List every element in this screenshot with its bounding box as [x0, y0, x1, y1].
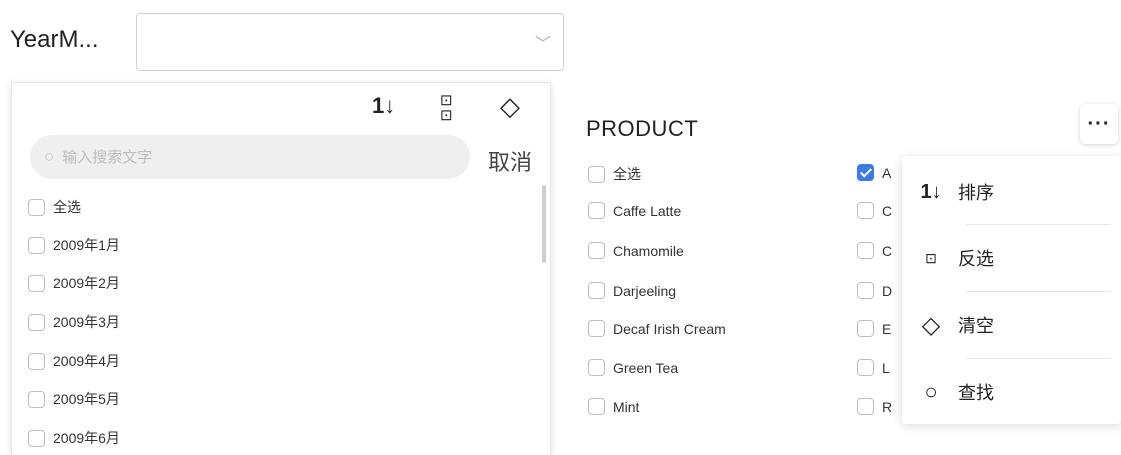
menu-item-label: 排序: [958, 183, 994, 203]
option-label: A: [882, 164, 892, 181]
checkbox[interactable]: [588, 398, 605, 415]
list-item[interactable]: C: [857, 202, 892, 219]
option-label: 全选: [53, 199, 81, 215]
yearmonth-dropdown-panel: 1↓ ⊡⊡ ◇ ○ 取消 全选 2009年1月 2009年2月 2009年3月 …: [11, 82, 551, 455]
list-item[interactable]: 全选: [28, 197, 81, 217]
option-label: E: [882, 320, 892, 337]
product-context-menu: 1↓ 排序 ⊡ 反选 ◇ 清空 ○ 查找: [902, 156, 1121, 424]
option-label: C: [882, 202, 893, 219]
list-item[interactable]: D: [857, 282, 892, 299]
checkbox[interactable]: [857, 398, 874, 415]
option-label: 2009年3月: [53, 314, 120, 330]
list-item[interactable]: Green Tea: [588, 359, 678, 376]
search-icon: ○: [44, 147, 55, 166]
menu-item-find[interactable]: ○ 查找: [902, 362, 1121, 422]
checkbox[interactable]: [28, 390, 45, 408]
checkbox[interactable]: [28, 236, 45, 254]
checkbox-checked[interactable]: [857, 164, 874, 181]
list-item[interactable]: C: [857, 242, 892, 259]
scrollbar[interactable]: [542, 185, 546, 263]
list-item[interactable]: 2009年1月: [28, 235, 120, 255]
list-item[interactable]: A: [857, 164, 891, 181]
divider: [966, 224, 1111, 225]
option-label: 2009年1月: [53, 237, 120, 253]
checkbox[interactable]: [28, 352, 45, 370]
list-item[interactable]: 2009年2月: [28, 273, 120, 293]
checkbox[interactable]: [28, 274, 45, 292]
invert-select-icon[interactable]: ⊡ ⊡: [440, 93, 453, 123]
checkbox[interactable]: [857, 242, 874, 259]
list-item[interactable]: Chamomile: [588, 242, 684, 259]
list-item[interactable]: 全选: [588, 164, 641, 184]
list-item[interactable]: Decaf Irish Cream: [588, 320, 726, 337]
list-item[interactable]: Darjeeling: [588, 282, 676, 299]
checkbox[interactable]: [588, 202, 605, 219]
option-label: C: [882, 242, 893, 259]
list-item[interactable]: 2009年3月: [28, 312, 120, 332]
search-input[interactable]: [60, 147, 445, 167]
option-label: Decaf Irish Cream: [613, 320, 726, 337]
menu-item-invert[interactable]: ⊡ 反选: [902, 228, 1121, 288]
more-options-button[interactable]: ···: [1080, 104, 1118, 144]
list-item[interactable]: 2009年5月: [28, 389, 120, 409]
checkbox[interactable]: [857, 359, 874, 376]
checkbox[interactable]: [857, 282, 874, 299]
option-label: Chamomile: [613, 242, 684, 259]
option-label: 全选: [613, 166, 641, 182]
menu-item-label: 清空: [958, 316, 994, 336]
option-label: 2009年4月: [53, 353, 120, 369]
menu-item-clear[interactable]: ◇ 清空: [902, 295, 1121, 355]
list-item[interactable]: Caffe Latte: [588, 202, 681, 219]
chevron-down-icon: ﹀: [534, 36, 551, 53]
checkbox[interactable]: [28, 198, 45, 216]
checkbox[interactable]: [588, 242, 605, 259]
checkbox[interactable]: [588, 165, 605, 183]
option-label: L: [882, 359, 890, 376]
sort-icon: 1↓: [920, 180, 942, 203]
yearmonth-select[interactable]: ﹀: [136, 13, 564, 71]
option-label: Mint: [613, 398, 640, 415]
option-label: D: [882, 282, 893, 299]
eraser-icon[interactable]: ◇: [500, 93, 520, 119]
option-label: 2009年5月: [53, 391, 120, 407]
checkbox[interactable]: [588, 282, 605, 299]
option-label: Caffe Latte: [613, 202, 682, 219]
option-label: 2009年2月: [53, 275, 120, 291]
sort-icon[interactable]: 1↓: [372, 95, 395, 117]
search-box[interactable]: ○: [30, 135, 470, 179]
list-item[interactable]: E: [857, 320, 891, 337]
invert-select-icon: ⊡: [925, 249, 937, 266]
option-label: R: [882, 398, 893, 415]
cancel-button[interactable]: 取消: [488, 145, 532, 177]
checkbox[interactable]: [588, 359, 605, 376]
checkbox[interactable]: [28, 429, 45, 447]
option-label: Darjeeling: [613, 282, 677, 299]
search-icon: ○: [924, 379, 938, 404]
divider: [966, 291, 1111, 292]
menu-item-label: 反选: [958, 249, 994, 269]
list-item[interactable]: 2009年6月: [28, 428, 120, 448]
checkbox[interactable]: [28, 313, 45, 331]
list-item[interactable]: R: [857, 398, 892, 415]
checkbox[interactable]: [588, 320, 605, 337]
option-label: 2009年6月: [53, 430, 120, 446]
option-label: Green Tea: [613, 359, 679, 376]
list-item[interactable]: L: [857, 359, 890, 376]
checkbox[interactable]: [857, 202, 874, 219]
checkbox[interactable]: [857, 320, 874, 337]
list-item[interactable]: 2009年4月: [28, 351, 120, 371]
divider: [966, 358, 1111, 359]
list-item[interactable]: Mint: [588, 398, 639, 415]
filter-label: YearM...: [10, 26, 99, 53]
menu-item-sort[interactable]: 1↓ 排序: [902, 162, 1121, 222]
menu-item-label: 查找: [958, 383, 994, 403]
eraser-icon: ◇: [921, 311, 941, 339]
product-title: PRODUCT: [586, 116, 699, 141]
